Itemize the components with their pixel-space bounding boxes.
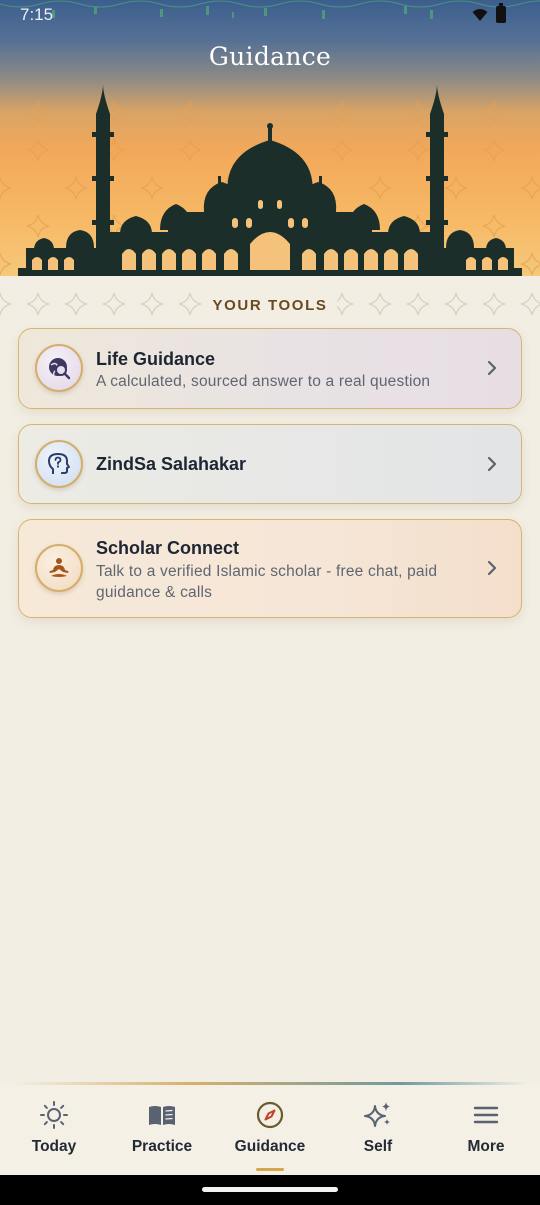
meditating-scholar-icon-badge	[35, 544, 83, 592]
page-title: Guidance	[208, 42, 332, 71]
active-tab-indicator	[256, 1168, 284, 1171]
wifi-icon	[472, 8, 488, 21]
card-description: A calculated, sourced answer to a real q…	[96, 373, 431, 390]
section-header: YOUR TOOLS	[0, 288, 540, 322]
head-question-icon-badge	[35, 440, 83, 488]
nav-divider	[10, 1082, 530, 1085]
tool-card-zindsa-salahakar[interactable]: ZindSa Salahakar	[18, 424, 522, 504]
card-description: Talk to a verified Islamic scholar - fre…	[96, 563, 438, 601]
tool-card-life-guidance[interactable]: Life Guidance A calculated, sourced answ…	[18, 328, 522, 409]
status-time: 7:15	[20, 5, 54, 24]
section-title-text: YOUR TOOLS	[202, 297, 338, 314]
bottom-navigation: Today Practice Guidance Self More	[0, 1082, 540, 1175]
chevron-right-icon	[487, 360, 497, 376]
chevron-right-icon	[487, 456, 497, 472]
globe-search-icon	[49, 358, 71, 380]
nav-item-self[interactable]: Self	[324, 1100, 432, 1170]
head-question-icon	[48, 453, 70, 474]
tool-card-scholar-connect[interactable]: Scholar Connect Talk to a verified Islam…	[18, 519, 522, 618]
nav-label: Self	[363, 1138, 393, 1155]
header-banner: 7:15 Guidance	[0, 0, 540, 276]
chevron-right-icon	[487, 560, 497, 576]
card-title: ZindSa Salahakar	[96, 454, 247, 474]
book-icon	[149, 1106, 175, 1125]
system-navigation-bar	[0, 1175, 540, 1205]
status-bar: 7:15	[0, 0, 540, 30]
compass-icon	[256, 1101, 284, 1129]
sparkles-icon	[364, 1102, 390, 1127]
nav-item-today[interactable]: Today	[0, 1100, 108, 1170]
card-title: Scholar Connect	[96, 538, 240, 558]
nav-label: Guidance	[234, 1138, 306, 1155]
nav-label: More	[467, 1138, 505, 1155]
sun-icon	[40, 1101, 68, 1129]
battery-icon	[496, 3, 506, 23]
card-title: Life Guidance	[96, 349, 216, 369]
section-title: YOUR TOOLS	[0, 297, 540, 314]
nav-item-practice[interactable]: Practice	[108, 1100, 216, 1170]
meditating-scholar-icon	[49, 558, 69, 577]
nav-label: Today	[31, 1138, 77, 1155]
globe-search-icon-badge	[35, 344, 83, 392]
status-icons	[472, 3, 506, 23]
mosque-silhouette-image	[18, 84, 522, 276]
nav-item-more[interactable]: More	[432, 1100, 540, 1170]
nav-item-guidance[interactable]: Guidance	[216, 1100, 324, 1171]
nav-label: Practice	[131, 1138, 193, 1155]
home-gesture-handle[interactable]	[202, 1187, 338, 1192]
menu-icon	[473, 1106, 499, 1124]
